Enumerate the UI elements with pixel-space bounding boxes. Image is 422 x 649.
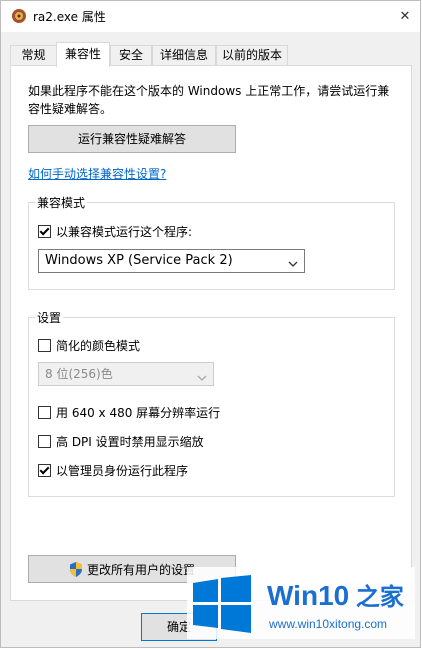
compatibility-panel: 如果此程序不能在这个版本的 Windows 上正常工作，请尝试运行兼容性疑难解答… <box>10 65 412 601</box>
settings-group: 设置 简化的颜色模式 8 位(256)色 用 640 x 480 屏幕分辨率运行… <box>28 309 395 497</box>
color-depth-value: 8 位(256)色 <box>45 367 113 381</box>
tab-compatibility[interactable]: 兼容性 <box>56 42 110 67</box>
shield-icon <box>69 561 83 577</box>
compat-os-value: Windows XP (Service Pack 2) <box>45 253 233 268</box>
title-bar: ra2.exe 属性 ✕ <box>1 1 420 32</box>
tab-previous-versions[interactable]: 以前的版本 <box>216 45 288 65</box>
watermark-brand-suffix: 之家 <box>349 584 404 611</box>
high-dpi-label: 高 DPI 设置时禁用显示缩放 <box>56 435 204 449</box>
watermark-url: www.win10xitong.com <box>269 617 388 631</box>
troubleshoot-button[interactable]: 运行兼容性疑难解答 <box>28 125 236 153</box>
res-640-row[interactable]: 用 640 x 480 屏幕分辨率运行 <box>38 404 220 421</box>
run-admin-checkbox[interactable] <box>38 464 51 477</box>
reduced-color-label: 简化的颜色模式 <box>56 339 141 353</box>
compat-mode-checkbox[interactable] <box>38 225 51 238</box>
chevron-down-icon <box>288 255 298 267</box>
compat-mode-row[interactable]: 以兼容模式运行这个程序: <box>38 223 192 240</box>
tab-general[interactable]: 常规 <box>10 45 57 65</box>
properties-window: ra2.exe 属性 ✕ 常规 兼容性 安全 详细信息 以前的版本 如果此程序不… <box>0 0 421 648</box>
close-icon: ✕ <box>399 9 411 24</box>
high-dpi-row[interactable]: 高 DPI 设置时禁用显示缩放 <box>38 433 204 450</box>
manual-settings-link[interactable]: 如何手动选择兼容性设置? <box>28 165 166 182</box>
change-all-users-label: 更改所有用户的设置 <box>86 562 195 577</box>
compat-mode-title: 兼容模式 <box>35 194 88 211</box>
settings-title: 设置 <box>35 309 64 326</box>
chevron-down-icon <box>197 368 207 381</box>
compat-os-select[interactable]: Windows XP (Service Pack 2) <box>38 249 305 273</box>
tab-security[interactable]: 安全 <box>110 45 152 65</box>
intro-text: 如果此程序不能在这个版本的 Windows 上正常工作，请尝试运行兼容性疑难解答… <box>28 84 390 116</box>
reduced-color-checkbox[interactable] <box>38 339 51 352</box>
res-640-label: 用 640 x 480 屏幕分辨率运行 <box>56 406 221 420</box>
run-admin-label: 以管理员身份运行此程序 <box>56 464 189 478</box>
tab-details[interactable]: 详细信息 <box>152 45 216 65</box>
compat-mode-group: 兼容模式 以兼容模式运行这个程序: Windows XP (Service Pa… <box>28 194 395 290</box>
compat-mode-label: 以兼容模式运行这个程序: <box>56 225 193 239</box>
high-dpi-checkbox[interactable] <box>38 435 51 448</box>
run-admin-row[interactable]: 以管理员身份运行此程序 <box>38 462 188 479</box>
windows-logo-icon <box>193 575 251 636</box>
reduced-color-row[interactable]: 简化的颜色模式 <box>38 337 140 354</box>
watermark-brand: Win10 <box>267 580 350 611</box>
close-button[interactable]: ✕ <box>390 1 420 32</box>
res-640-checkbox[interactable] <box>38 406 51 419</box>
watermark: Win10 之家 www.win10xitong.com <box>187 567 415 639</box>
window-title: ra2.exe 属性 <box>33 10 106 24</box>
color-depth-select[interactable]: 8 位(256)色 <box>38 362 214 386</box>
app-icon <box>11 8 27 24</box>
